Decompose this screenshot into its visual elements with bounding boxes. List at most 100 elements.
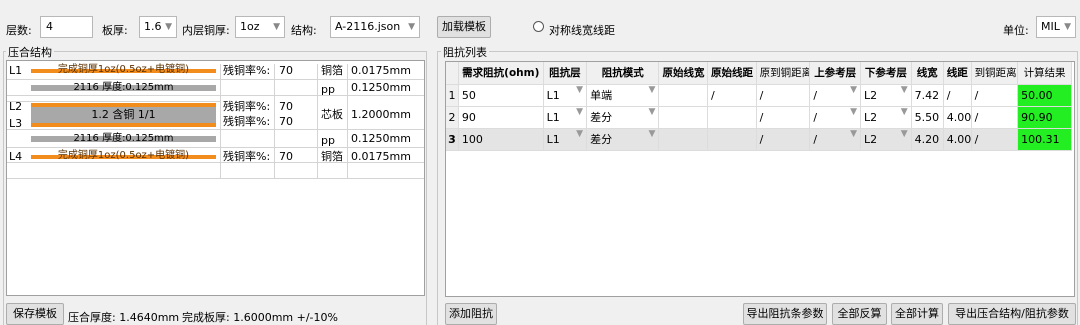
width-cell[interactable]: 4.20 <box>911 128 944 151</box>
col-header[interactable]: 原到铜距离 <box>756 62 811 85</box>
col-header[interactable]: 阻抗层 <box>543 62 588 85</box>
mode-cell[interactable]: 差分 ▼ <box>586 106 660 129</box>
result-cell: 90.90 <box>1017 106 1072 129</box>
copper-dist-cell[interactable]: / <box>971 106 1019 129</box>
unit-label: 单位: <box>1003 24 1029 37</box>
orig-copper-cell[interactable]: / <box>756 128 811 151</box>
thickness-select[interactable]: 1.6 ▼ <box>139 16 177 38</box>
upper-ref-cell[interactable]: / ▼ <box>809 84 862 107</box>
col-header[interactable]: 下参考层 <box>860 62 912 85</box>
mode-cell[interactable]: 差分 ▼ <box>586 128 660 151</box>
inner-copper-label: 内层铜厚: <box>182 24 230 37</box>
chevron-down-icon: ▼ <box>850 106 858 117</box>
load-template-button[interactable]: 加载模板 <box>437 16 491 38</box>
col-header[interactable]: 线距 <box>943 62 972 85</box>
layer-type-5: 铜箔 <box>321 150 343 163</box>
reverse-all-button[interactable]: 全部反算 <box>832 303 887 325</box>
row-number[interactable]: 3 <box>446 128 459 151</box>
result-cell: 100.31 <box>1017 128 1072 151</box>
layer-cell[interactable]: L1 ▼ <box>543 106 588 129</box>
chevron-down-icon: ▼ <box>165 22 172 32</box>
table-row[interactable]: 1 50 L1 ▼ 单端 ▼ / / / ▼ L2 ▼ 7.42 / / 50.00 <box>446 84 1072 107</box>
layer-name-l2: L2 <box>9 100 23 113</box>
target-cell[interactable]: 50 <box>458 84 544 107</box>
mode-cell[interactable]: 单端 ▼ <box>586 84 660 107</box>
residual-value-2[interactable]: 70 <box>279 99 293 114</box>
chevron-down-icon: ▼ <box>576 106 584 117</box>
width-cell[interactable]: 5.50 <box>911 106 944 129</box>
pp1-text: 2116 厚度:0.125mm <box>73 82 174 93</box>
layer-type-2: pp <box>321 83 335 96</box>
copper-dist-cell[interactable]: / <box>971 84 1019 107</box>
pp2-text: 2116 厚度:0.125mm <box>73 133 174 144</box>
layer-thickness-1: 0.0175mm <box>351 64 411 77</box>
col-header[interactable]: 原始线距 <box>707 62 757 85</box>
layer-name-l1: L1 <box>9 64 23 77</box>
calc-all-button[interactable]: 全部计算 <box>891 303 943 325</box>
stackup-group-title: 压合结构 <box>6 44 54 60</box>
save-template-button[interactable]: 保存模板 <box>6 303 64 325</box>
upper-ref-cell[interactable]: / ▼ <box>809 106 862 129</box>
orig-width-cell[interactable] <box>658 106 709 129</box>
chevron-down-icon: ▼ <box>648 106 656 117</box>
upper-ref-cell[interactable]: / ▼ <box>809 128 862 151</box>
orig-copper-cell[interactable]: / <box>756 106 811 129</box>
export-bars-button[interactable]: 导出阻抗条参数 <box>743 303 827 325</box>
width-cell[interactable]: 7.42 <box>911 84 944 107</box>
orig-copper-cell[interactable]: / <box>756 84 811 107</box>
row-number[interactable]: 2 <box>446 106 459 129</box>
chevron-down-icon: ▼ <box>576 84 584 95</box>
structure-select[interactable]: A-2116.json ▼ <box>330 16 420 38</box>
thickness-label: 板厚: <box>102 24 128 37</box>
export-all-button[interactable]: 导出压合结构/阻抗参数 <box>948 303 1076 325</box>
press-thickness: 压合厚度: 1.4640mm <box>68 311 180 324</box>
layer-cell[interactable]: L1 ▼ <box>543 84 588 107</box>
space-cell[interactable]: / <box>943 84 972 107</box>
layer-type-4: pp <box>321 134 335 147</box>
copper-dist-cell[interactable]: / <box>971 128 1019 151</box>
orig-width-cell[interactable] <box>658 84 709 107</box>
residual-label-2: 残铜率%: <box>223 100 271 113</box>
unit-select[interactable]: MIL ▼ <box>1036 16 1076 38</box>
orig-width-cell[interactable] <box>658 128 709 151</box>
orig-space-cell[interactable] <box>707 128 757 151</box>
residual-value-4[interactable]: 70 <box>279 149 293 164</box>
col-header[interactable]: 计算结果 <box>1017 62 1072 85</box>
layer-name-l3: L3 <box>9 117 23 130</box>
chevron-down-icon: ▼ <box>648 84 656 95</box>
add-impedance-button[interactable]: 添加阻抗 <box>445 303 497 325</box>
table-row[interactable]: 2 90 L1 ▼ 差分 ▼ / / ▼ L2 ▼ 5.50 4.00 / 90.90 <box>446 106 1072 129</box>
layers-input[interactable]: 4 <box>40 16 93 38</box>
lower-ref-cell[interactable]: L2 ▼ <box>860 128 912 151</box>
space-cell[interactable]: 4.00 <box>943 106 972 129</box>
lower-ref-cell[interactable]: L2 ▼ <box>860 106 912 129</box>
col-header[interactable]: 到铜距离 <box>971 62 1019 85</box>
layer-thickness-3: 1.2000mm <box>351 108 411 121</box>
residual-value-3[interactable]: 70 <box>279 114 293 129</box>
layer-thickness-4: 0.1250mm <box>351 132 411 145</box>
symmetric-label: 对称线宽线距 <box>549 24 615 37</box>
symmetric-radio[interactable] <box>533 21 544 32</box>
residual-value-1[interactable]: 70 <box>279 63 293 78</box>
target-cell[interactable]: 90 <box>458 106 544 129</box>
orig-space-cell[interactable]: / <box>707 84 757 107</box>
space-cell[interactable]: 4.00 <box>943 128 972 151</box>
col-header[interactable]: 原始线宽 <box>658 62 709 85</box>
result-cell: 50.00 <box>1017 84 1072 107</box>
col-header[interactable]: 阻抗模式 <box>586 62 660 85</box>
core-text: 1.2 含铜 1/1 <box>91 108 156 121</box>
col-header[interactable]: 需求阻抗(ohm) <box>458 62 544 85</box>
target-cell[interactable]: 100 <box>458 128 544 151</box>
layer-type-1: 铜箔 <box>321 64 343 77</box>
table-row[interactable]: 3 100 L1 ▼ 差分 ▼ / / ▼ L2 ▼ 4.20 4.00 / 100.3… <box>446 128 1072 151</box>
layer-cell[interactable]: L1 ▼ <box>543 128 588 151</box>
layers-label: 层数: <box>6 24 32 37</box>
residual-label-4: 残铜率%: <box>223 150 271 163</box>
col-header[interactable]: 线宽 <box>911 62 944 85</box>
inner-copper-select[interactable]: 1oz ▼ <box>235 16 285 38</box>
orig-space-cell[interactable] <box>707 106 757 129</box>
col-header[interactable]: 上参考层 <box>809 62 862 85</box>
lower-ref-cell[interactable]: L2 ▼ <box>860 84 912 107</box>
chevron-down-icon: ▼ <box>900 84 908 95</box>
row-number[interactable]: 1 <box>446 84 459 107</box>
